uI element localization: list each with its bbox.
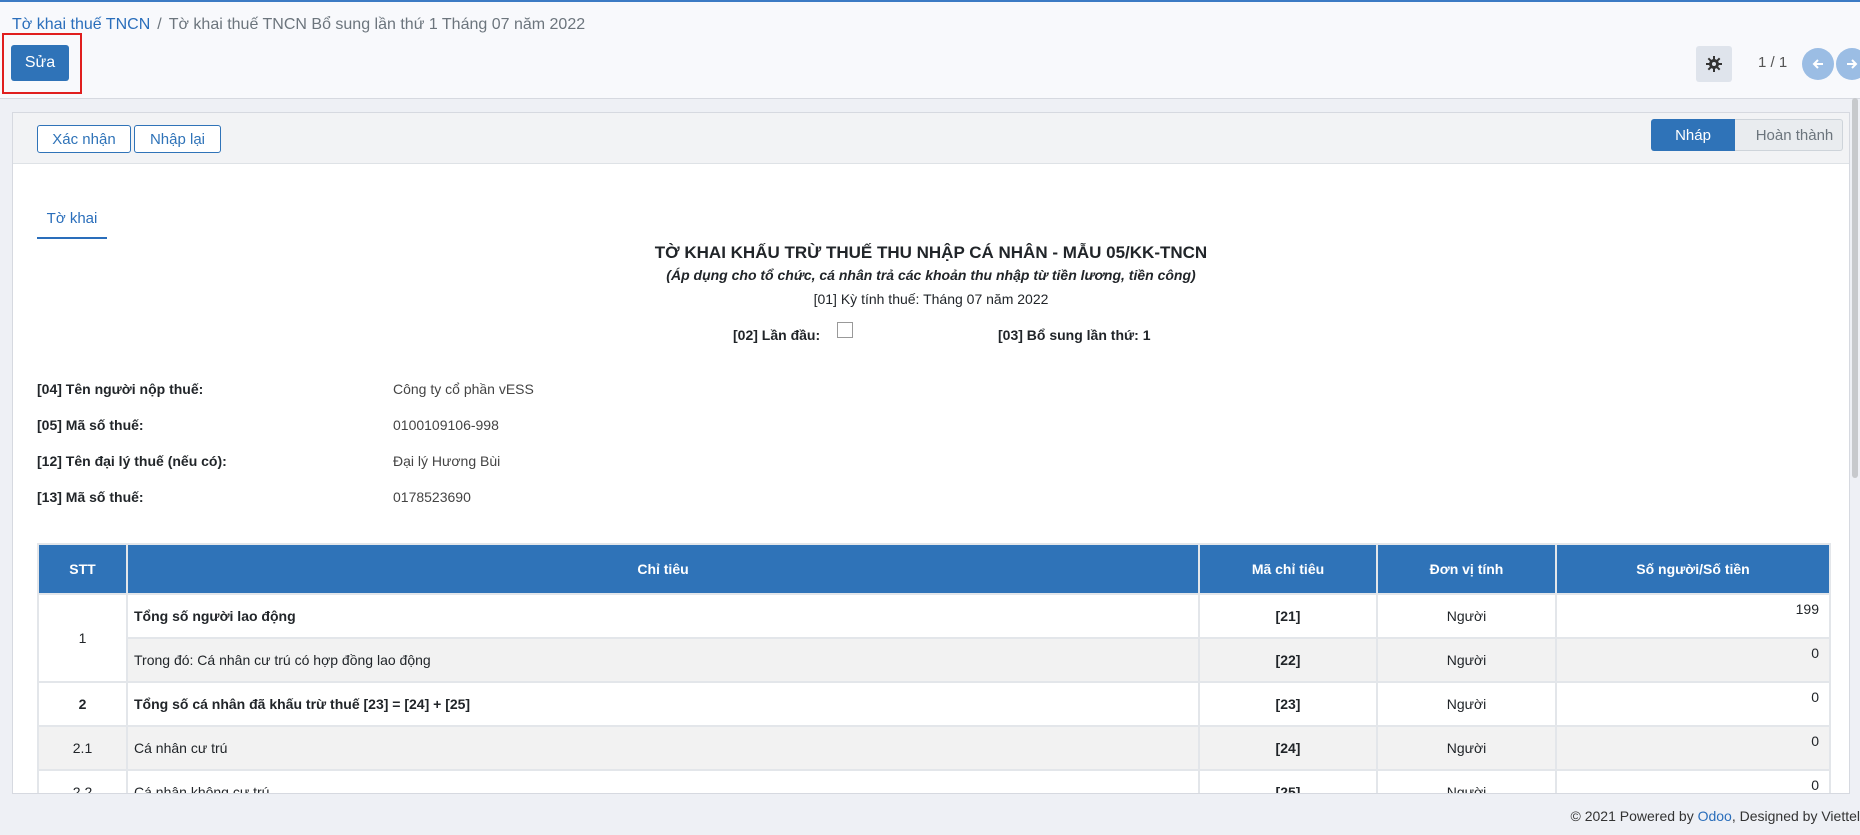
row-label: Trong đó: Cá nhân cư trú có hợp đồng lao…: [126, 637, 1200, 683]
row-label: Tổng số cá nhân đã khấu trừ thuế [23] = …: [126, 681, 1200, 727]
header-stt: STT: [37, 543, 128, 595]
pager-value: 1 / 1: [1758, 54, 1788, 71]
row-value[interactable]: 0: [1555, 769, 1831, 793]
stage-done[interactable]: Hoàn thành: [1735, 119, 1843, 151]
stage-draft[interactable]: Nháp: [1651, 119, 1735, 151]
taxpayer-name-value: Công ty cổ phần vESS: [393, 381, 534, 397]
agent-tax-code-value: 0178523690: [393, 489, 471, 505]
first-time-checkbox[interactable]: [837, 322, 853, 338]
table-row: 2.1 Cá nhân cư trú [24] Người 0: [37, 725, 1831, 771]
footer: © 2021 Powered by Odoo, Designed by Viet…: [1571, 808, 1860, 824]
row-label: Cá nhân cư trú: [126, 725, 1200, 771]
tax-period: [01] Kỳ tính thuế: Tháng 07 năm 2022: [813, 291, 1049, 307]
row-code: [24]: [1198, 725, 1378, 771]
tax-agent-name-value: Đại lý Hương Bùi: [393, 453, 501, 469]
header-code: Mã chỉ tiêu: [1198, 543, 1378, 595]
row-stt: 1: [37, 593, 128, 683]
arrow-right-icon: [1847, 59, 1858, 69]
page-scrollbar[interactable]: [1852, 98, 1858, 478]
settings-gear-button[interactable]: [1696, 46, 1732, 82]
footer-odoo-link[interactable]: Odoo: [1698, 808, 1732, 824]
row-stt: 2: [37, 681, 128, 727]
row-unit: Người: [1376, 637, 1557, 683]
arrow-left-icon: [1812, 59, 1823, 69]
row-code: [21]: [1198, 593, 1378, 639]
row-code: [25]: [1198, 769, 1378, 793]
table-row: 1 Tổng số người lao động [21] Người 199: [37, 593, 1831, 683]
form-sheet: Xác nhận Nhập lại Nháp Hoàn thành Tờ kha…: [12, 112, 1850, 794]
table-row: 2 Tổng số cá nhân đã khấu trừ thuế [23] …: [37, 681, 1831, 727]
tax-code-value: 0100109106-998: [393, 417, 499, 433]
gear-icon: [1706, 56, 1722, 72]
row-code: [22]: [1198, 637, 1378, 683]
table-row: 2.2 Cá nhân không cư trú [25] Người 0: [37, 769, 1831, 793]
row-value[interactable]: 0: [1555, 637, 1831, 683]
footer-prefix: © 2021 Powered by: [1570, 808, 1698, 824]
breadcrumb-separator: /: [157, 16, 162, 33]
form-subtitle: (Áp dụng cho tổ chức, cá nhân trả các kh…: [666, 267, 1196, 283]
row-label: Tổng số người lao động: [126, 593, 1200, 639]
table-header-row: STT Chỉ tiêu Mã chỉ tiêu Đơn vị tính Số …: [37, 543, 1831, 595]
tab-to-khai[interactable]: Tờ khai: [37, 199, 107, 239]
breadcrumb-current: Tờ khai thuế TNCN Bổ sung lần thứ 1 Thán…: [168, 16, 586, 33]
row-unit: Người: [1376, 681, 1557, 727]
footer-suffix: , Designed by Viettel: [1731, 808, 1860, 824]
row-unit: Người: [1376, 725, 1557, 771]
breadcrumb-parent-link[interactable]: Tờ khai thuế TNCN: [12, 16, 150, 33]
row-unit: Người: [1376, 769, 1557, 793]
agent-tax-code-label: [13] Mã số thuế:: [37, 489, 144, 505]
table-row: Trong đó: Cá nhân cư trú có hợp đồng lao…: [38, 637, 1831, 683]
form-title: TỜ KHAI KHẤU TRỪ THUẾ THU NHẬP CÁ NHÂN -…: [654, 243, 1208, 262]
header-unit: Đơn vị tính: [1376, 543, 1557, 595]
row-unit: Người: [1376, 593, 1557, 639]
pager-previous-button[interactable]: [1802, 48, 1834, 80]
row-value[interactable]: 199: [1555, 593, 1831, 639]
edit-button-highlight: [2, 33, 82, 94]
row-value[interactable]: 0: [1555, 725, 1831, 771]
tax-table: STT Chỉ tiêu Mã chỉ tiêu Đơn vị tính Số …: [37, 543, 1831, 793]
confirm-button[interactable]: Xác nhận: [37, 125, 131, 153]
pager-next-button[interactable]: [1836, 48, 1860, 80]
first-time-label: [02] Lần đầu:: [733, 327, 821, 343]
row-stt: 2.1: [37, 725, 128, 771]
row-stt: 2.2: [37, 769, 128, 793]
supplement-label: [03] Bổ sung lần thứ: 1: [998, 327, 1151, 343]
breadcrumb: Tờ khai thuế TNCN / Tờ khai thuế TNCN Bổ s…: [12, 16, 585, 34]
row-code: [23]: [1198, 681, 1378, 727]
row-value[interactable]: 0: [1555, 681, 1831, 727]
header-amount: Số người/Số tiền: [1555, 543, 1831, 595]
taxpayer-name-label: [04] Tên người nộp thuế:: [37, 381, 204, 397]
status-bar: Xác nhận Nhập lại Nháp Hoàn thành: [13, 113, 1849, 164]
tax-code-label: [05] Mã số thuế:: [37, 417, 144, 433]
control-panel: Tờ khai thuế TNCN / Tờ khai thuế TNCN Bổ s…: [0, 2, 1860, 99]
reset-button[interactable]: Nhập lại: [134, 125, 221, 153]
header-indicator: Chỉ tiêu: [126, 543, 1200, 595]
row-label: Cá nhân không cư trú: [126, 769, 1200, 793]
tax-agent-name-label: [12] Tên đại lý thuế (nếu có):: [37, 453, 227, 469]
